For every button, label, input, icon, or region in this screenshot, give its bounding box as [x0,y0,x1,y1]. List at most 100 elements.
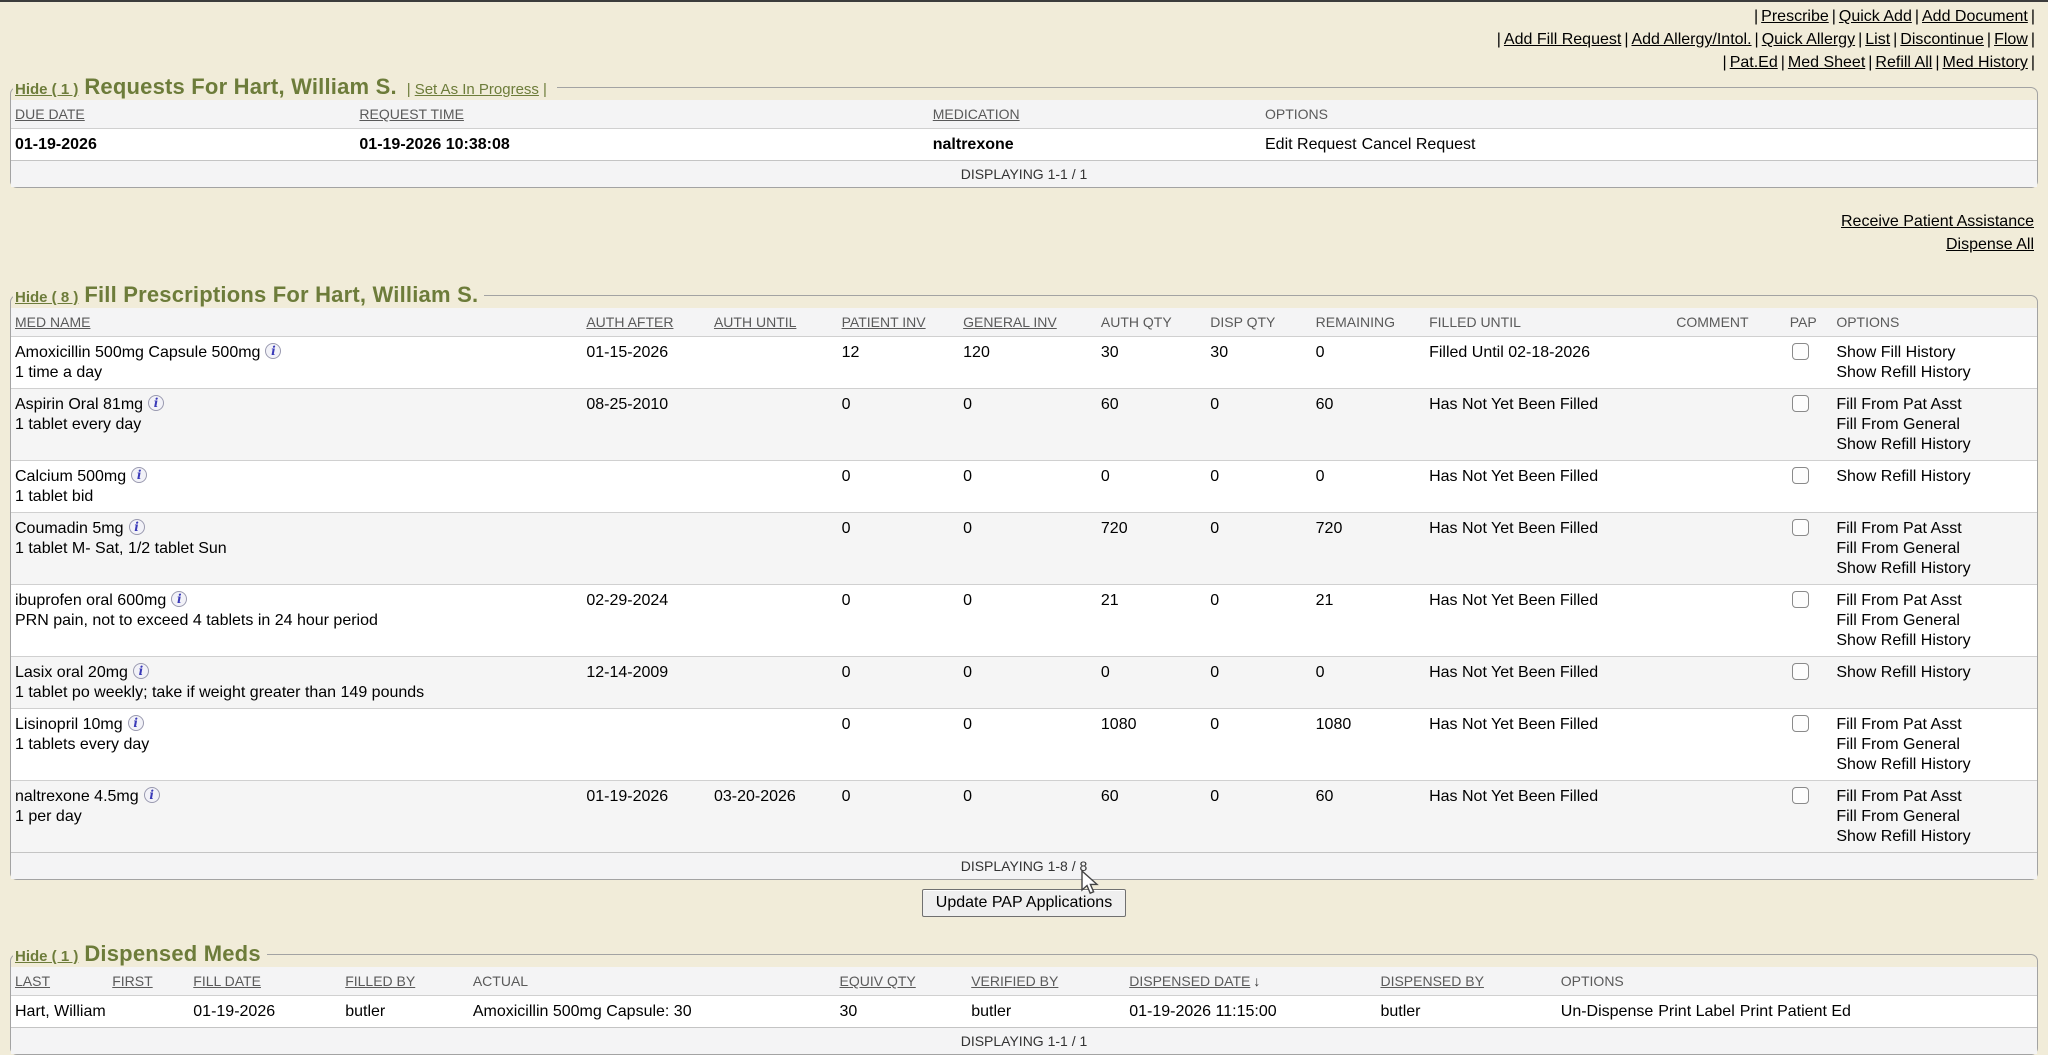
menu-link-med-sheet[interactable]: Med Sheet [1788,54,1865,71]
menu-link-flow[interactable]: Flow [1994,31,2028,48]
patient-inv-cell: 0 [838,461,960,513]
col-general-inv[interactable]: GENERAL INV [959,308,1097,337]
info-icon[interactable]: i [144,787,160,803]
fill-from-general-link[interactable]: Fill From General [1836,735,2033,755]
col-auth-until[interactable]: AUTH UNTIL [710,308,838,337]
pap-checkbox[interactable] [1792,591,1809,608]
fill-from-general-link[interactable]: Fill From General [1836,807,2033,827]
col-medication[interactable]: MEDICATION [929,100,1261,129]
un-dispense-link[interactable]: Un-Dispense [1561,1003,1653,1020]
fill-from-general-link[interactable]: Fill From General [1836,415,2033,435]
med-sig: 1 tablet po weekly; take if weight great… [15,683,578,703]
set-as-in-progress-link[interactable]: Set As In Progress [415,81,539,98]
show-fill-history-link[interactable]: Show Fill History [1836,343,2033,363]
fill-from-pat-asst-link[interactable]: Fill From Pat Asst [1836,395,2033,415]
auth-after-cell: 01-19-2026 [582,781,710,853]
show-refill-history-link[interactable]: Show Refill History [1836,559,2033,579]
info-icon[interactable]: i [128,715,144,731]
pap-checkbox[interactable] [1792,343,1809,360]
show-refill-history-link[interactable]: Show Refill History [1836,663,2033,683]
pap-cell [1786,657,1833,709]
menu-link-add-fill-request[interactable]: Add Fill Request [1504,31,1621,48]
info-icon[interactable]: i [129,519,145,535]
menu-link-med-history[interactable]: Med History [1942,54,2027,71]
fill-from-pat-asst-link[interactable]: Fill From Pat Asst [1836,715,2033,735]
menu-link-discontinue[interactable]: Discontinue [1900,31,1984,48]
print-label-link[interactable]: Print Label [1658,1003,1735,1020]
first-name-cell [108,996,189,1028]
info-icon[interactable]: i [171,591,187,607]
pap-checkbox[interactable] [1792,715,1809,732]
col-dispensed-date[interactable]: DISPENSED DATE↓ [1125,967,1376,996]
col-patient-inv[interactable]: PATIENT INV [838,308,960,337]
med-name: ibuprofen oral 600mg [15,592,166,609]
filled-until-cell: Has Not Yet Been Filled [1425,513,1672,585]
menu-link-quick-add[interactable]: Quick Add [1839,8,1912,25]
col-equiv-qty[interactable]: EQUIV QTY [836,967,968,996]
fill-from-general-link[interactable]: Fill From General [1836,539,2033,559]
menu-link-prescribe[interactable]: Prescribe [1761,8,1829,25]
fill-section-title: Fill Prescriptions For Hart, William S. [84,282,478,307]
pap-checkbox[interactable] [1792,395,1809,412]
hide-requests-link[interactable]: Hide ( 1 ) [15,81,78,98]
fill-from-general-link[interactable]: Fill From General [1836,611,2033,631]
col-verified-by[interactable]: VERIFIED BY [967,967,1125,996]
col-med-name[interactable]: MED NAME [11,308,582,337]
edit-request-link[interactable]: Edit Request [1265,136,1357,153]
pap-checkbox[interactable] [1792,519,1809,536]
col-last[interactable]: LAST [11,967,108,996]
pap-checkbox[interactable] [1792,663,1809,680]
menu-link-add-allergy-intol[interactable]: Add Allergy/Intol. [1631,31,1751,48]
remaining-cell: 720 [1312,513,1425,585]
pap-cell [1786,389,1833,461]
comment-cell [1672,709,1785,781]
fill-from-pat-asst-link[interactable]: Fill From Pat Asst [1836,591,2033,611]
info-icon[interactable]: i [148,395,164,411]
fill-from-pat-asst-link[interactable]: Fill From Pat Asst [1836,519,2033,539]
info-icon[interactable]: i [265,343,281,359]
show-refill-history-link[interactable]: Show Refill History [1836,755,2033,775]
pap-checkbox[interactable] [1792,787,1809,804]
med-cell: Lasix oral 20mgi1 tablet po weekly; take… [11,657,582,709]
dispensed-header-row: LAST FIRST FILL DATE FILLED BY ACTUAL EQ… [11,967,2037,996]
show-refill-history-link[interactable]: Show Refill History [1836,467,2033,487]
hide-dispensed-link[interactable]: Hide ( 1 ) [15,948,78,965]
separator: | [1858,31,1862,48]
fill-prescriptions-section: Hide ( 8 ) Fill Prescriptions For Hart, W… [10,282,2038,880]
print-patient-ed-link[interactable]: Print Patient Ed [1740,1003,1851,1020]
col-dispensed-by[interactable]: DISPENSED BY [1376,967,1556,996]
col-fill-date[interactable]: FILL DATE [189,967,341,996]
col-comment: COMMENT [1672,308,1785,337]
update-pap-applications-button[interactable]: Update PAP Applications [922,889,1126,917]
menu-link-quick-allergy[interactable]: Quick Allergy [1762,31,1855,48]
spacer [0,927,2048,941]
info-icon[interactable]: i [133,663,149,679]
disp-qty-cell: 0 [1206,461,1311,513]
request-options-cell: Edit Request Cancel Request [1261,129,2037,161]
cancel-request-link[interactable]: Cancel Request [1362,136,1476,153]
menu-link-refill-all[interactable]: Refill All [1875,54,1932,71]
receive-patient-assistance-link[interactable]: Receive Patient Assistance [0,210,2034,233]
show-refill-history-link[interactable]: Show Refill History [1836,631,2033,651]
options-cell: Show Refill History [1832,461,2037,513]
dispense-all-link[interactable]: Dispense All [0,233,2034,256]
patient-inv-cell: 0 [838,781,960,853]
show-refill-history-link[interactable]: Show Refill History [1836,363,2033,383]
menu-link-pat-ed[interactable]: Pat.Ed [1730,54,1778,71]
col-filled-by[interactable]: FILLED BY [341,967,469,996]
remaining-cell: 0 [1312,337,1425,389]
menu-link-add-document[interactable]: Add Document [1922,8,2028,25]
pap-checkbox[interactable] [1792,467,1809,484]
menu-link-list[interactable]: List [1865,31,1890,48]
fill-legend: Hide ( 8 ) Fill Prescriptions For Hart, W… [13,282,484,308]
col-first[interactable]: FIRST [108,967,189,996]
info-icon[interactable]: i [131,467,147,483]
show-refill-history-link[interactable]: Show Refill History [1836,435,2033,455]
fill-from-pat-asst-link[interactable]: Fill From Pat Asst [1836,787,2033,807]
med-name: Amoxicillin 500mg Capsule 500mg [15,344,260,361]
col-auth-after[interactable]: AUTH AFTER [582,308,710,337]
col-request-time[interactable]: REQUEST TIME [355,100,928,129]
show-refill-history-link[interactable]: Show Refill History [1836,827,2033,847]
hide-fill-link[interactable]: Hide ( 8 ) [15,289,78,306]
col-due-date[interactable]: DUE DATE [11,100,355,129]
